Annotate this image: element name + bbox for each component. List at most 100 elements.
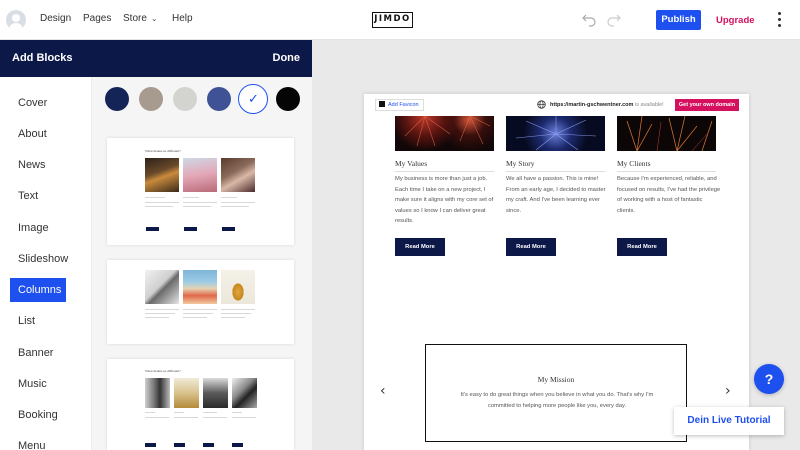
block-category-list: Cover About News Text Image Slideshow Co… — [0, 77, 92, 450]
chevron-left-icon[interactable]: ‹ — [380, 383, 386, 399]
text-line — [145, 309, 179, 310]
text-line — [145, 313, 175, 314]
column-image — [506, 116, 605, 151]
columns-block-preview-2[interactable] — [107, 260, 294, 344]
sidebar-item-booking[interactable]: Booking — [10, 403, 66, 427]
column-text: My business is more than just a job. Eac… — [395, 176, 494, 224]
mission-title: My Mission — [537, 375, 575, 384]
text-line — [183, 202, 217, 203]
text-line — [221, 206, 249, 207]
sidebar-item-list[interactable]: List — [10, 309, 66, 333]
thumbnail-button — [184, 227, 197, 231]
thumbnail-image — [221, 158, 255, 192]
text-line — [145, 197, 165, 198]
nav-pages[interactable]: Pages — [83, 13, 111, 24]
text-line — [145, 412, 155, 413]
thumbnail-button — [203, 443, 214, 447]
nav-design[interactable]: Design — [40, 13, 71, 24]
column-divider — [395, 171, 494, 172]
color-swatch-blue[interactable] — [207, 87, 231, 111]
color-swatch-light-gray[interactable] — [173, 87, 197, 111]
read-more-button[interactable]: Read More — [617, 238, 667, 256]
mission-text: It's easy to do great things when you be… — [460, 392, 654, 409]
add-favicon-button[interactable]: Add Favicon — [375, 99, 424, 111]
thumbnail-image — [145, 378, 170, 408]
thumbnail-image — [221, 270, 255, 304]
sidebar-item-image[interactable]: Image — [10, 216, 66, 240]
text-line — [145, 202, 179, 203]
help-button[interactable]: ? — [754, 364, 784, 394]
card-heading: What makes us different? — [145, 369, 181, 373]
panel-title: Add Blocks — [12, 52, 73, 64]
chevron-right-icon[interactable]: › — [725, 383, 731, 399]
text-line — [203, 412, 217, 413]
thumbnail-button — [232, 443, 243, 447]
text-line — [232, 417, 256, 418]
jimdo-logo: JIMDO — [372, 12, 413, 28]
thumbnail-image — [183, 158, 217, 192]
more-options-icon[interactable] — [778, 12, 782, 28]
column-text: Because I'm experienced, reliable, and f… — [617, 176, 721, 214]
column-divider — [617, 171, 716, 172]
fireworks-image — [515, 116, 597, 151]
read-more-button[interactable]: Read More — [506, 238, 556, 256]
redo-icon[interactable] — [606, 10, 622, 28]
get-domain-button[interactable]: Get your own domain — [675, 99, 739, 111]
thumbnail-image — [145, 270, 179, 304]
thumbnail-image — [203, 378, 228, 408]
color-swatch-white-selected[interactable]: ✓ — [238, 84, 268, 114]
column-title: My Values — [395, 159, 428, 168]
nav-help[interactable]: Help — [172, 13, 193, 24]
upgrade-link[interactable]: Upgrade — [716, 15, 755, 26]
text-line — [203, 417, 227, 418]
checkmark-icon: ✓ — [248, 91, 259, 106]
chevron-down-icon: ⌄ — [150, 14, 158, 23]
nav-store-label: Store — [123, 13, 147, 24]
fireworks-image — [626, 116, 713, 151]
text-line — [145, 206, 173, 207]
user-avatar-icon[interactable] — [6, 10, 26, 30]
done-button[interactable]: Done — [273, 52, 301, 64]
mission-slide: My Mission It's easy to do great things … — [425, 344, 687, 442]
card-heading: What makes us different? — [145, 149, 181, 153]
website-preview: Add Favicon https://martin-gschwentner.c… — [364, 94, 749, 450]
columns-block-preview-3[interactable]: What makes us different? — [107, 359, 294, 450]
thumbnail-image — [183, 270, 217, 304]
top-bar: Design Pages Store ⌄ Help JIMDO Publish U… — [0, 0, 800, 40]
text-line — [183, 206, 211, 207]
text-line — [174, 412, 184, 413]
text-line — [145, 417, 169, 418]
sidebar-item-music[interactable]: Music — [10, 372, 66, 396]
domain-status: is available! — [634, 102, 664, 108]
sidebar-item-about[interactable]: About — [10, 122, 66, 146]
sidebar-item-menu[interactable]: Menu — [10, 434, 66, 450]
add-favicon-label: Add Favicon — [388, 102, 419, 108]
color-swatch-navy[interactable] — [105, 87, 129, 111]
sidebar-item-slideshow[interactable]: Slideshow — [10, 247, 68, 271]
text-line — [183, 317, 207, 318]
thumbnail-button — [222, 227, 235, 231]
sidebar-item-cover[interactable]: Cover — [10, 91, 66, 115]
nav-store[interactable]: Store ⌄ — [123, 13, 158, 24]
live-tutorial-button[interactable]: Dein Live Tutorial — [674, 407, 784, 435]
sidebar-item-banner[interactable]: Banner — [10, 341, 66, 365]
sidebar-item-columns[interactable]: Columns — [10, 278, 66, 302]
sidebar-item-text[interactable]: Text — [10, 184, 66, 208]
text-line — [221, 309, 255, 310]
sidebar-item-news[interactable]: News — [10, 153, 66, 177]
text-line — [232, 412, 242, 413]
columns-block-preview-1[interactable]: What makes us different? — [107, 138, 294, 245]
publish-button[interactable]: Publish — [656, 10, 701, 30]
text-line — [221, 317, 245, 318]
text-line — [183, 313, 213, 314]
fireworks-image — [404, 116, 491, 147]
read-more-button[interactable]: Read More — [395, 238, 445, 256]
column-text: We all have a passion. This is mine! Fro… — [506, 176, 606, 214]
text-line — [221, 202, 255, 203]
thumbnail-button — [146, 227, 159, 231]
color-swatch-black[interactable] — [276, 87, 300, 111]
thumbnail-button — [145, 443, 156, 447]
text-line — [221, 313, 251, 314]
undo-icon[interactable] — [581, 10, 597, 28]
color-swatch-taupe[interactable] — [139, 87, 163, 111]
